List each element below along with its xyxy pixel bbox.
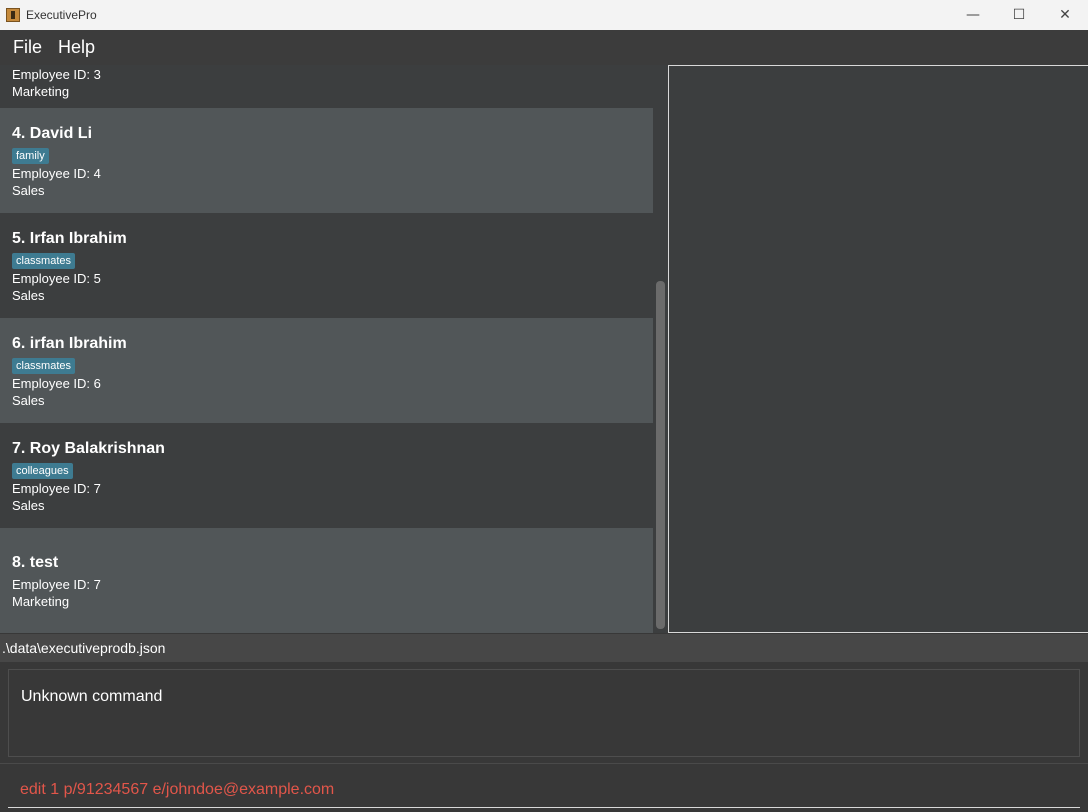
menu-help[interactable]: Help [45,37,95,58]
employee-id: Employee ID: 5 [12,271,101,286]
employee-card[interactable]: 6. irfan Ibrahim classmates Employee ID:… [0,318,653,423]
maximize-icon[interactable]: ☐ [996,0,1042,30]
employee-id: Employee ID: 6 [12,376,101,391]
employee-name: 8. test [12,554,59,571]
employee-card-partial[interactable]: Employee ID: 3 Marketing [0,65,653,108]
employee-card[interactable]: 7. Roy Balakrishnan colleagues Employee … [0,423,653,528]
employee-department: Sales [12,498,45,513]
app-icon [6,8,20,22]
command-input[interactable] [8,772,1080,808]
result-display-container: Unknown command [0,663,1088,762]
employee-department: Sales [12,393,45,408]
employee-tag: colleagues [12,463,73,479]
employee-id: Employee ID: 3 [12,67,101,82]
employee-tag: classmates [12,358,76,374]
employee-id: Employee ID: 4 [12,166,101,181]
employee-id: Employee ID: 7 [12,481,101,496]
employee-name: 6. irfan Ibrahim [12,335,127,352]
employee-name: 5. Irfan Ibrahim [12,230,127,247]
employee-tag: classmates [12,253,76,269]
scrollbar-thumb[interactable] [656,281,665,629]
employee-department: Sales [12,183,45,198]
employee-id: Employee ID: 7 [12,577,101,592]
detail-panel [668,65,1088,633]
employee-department: Marketing [12,594,70,609]
command-box [0,763,1088,812]
employee-card[interactable]: 8. test Employee ID: 7 Marketing [0,528,653,633]
window-title: ExecutivePro [26,8,97,22]
menu-file[interactable]: File [0,37,42,58]
close-icon[interactable]: ✕ [1042,0,1088,30]
list-scrollbar[interactable] [653,65,668,633]
title-bar: ExecutivePro — ☐ ✕ [0,0,1088,30]
employee-tag: family [12,148,49,164]
employee-name: 7. Roy Balakrishnan [12,440,165,457]
employee-name: 4. David Li [12,125,93,142]
employee-card[interactable]: 5. Irfan Ibrahim classmates Employee ID:… [0,213,653,318]
employee-department: Sales [12,288,45,303]
employee-department: Marketing [12,84,70,99]
status-bar-file-path: .\data\executiveprodb.json [0,634,1088,662]
result-display: Unknown command [8,669,1080,757]
employee-list[interactable]: Employee ID: 3 Marketing 4. David Li fam… [0,65,653,633]
menu-bar: File Help [0,30,1088,65]
minimize-icon[interactable]: — [950,0,996,30]
employee-card[interactable]: 4. David Li family Employee ID: 4 Sales [0,108,653,213]
window-controls: — ☐ ✕ [950,0,1088,30]
